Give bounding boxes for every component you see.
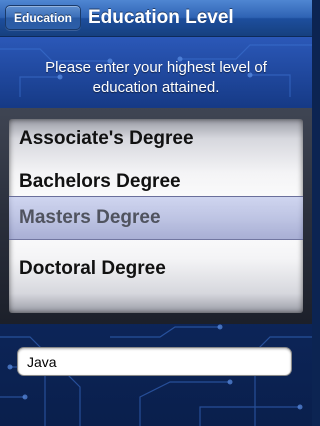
back-button[interactable]: Education xyxy=(5,5,81,30)
instructions-text: Please enter your highest level of educa… xyxy=(45,59,267,96)
picker-wheel[interactable]: Associate's Degree Bachelors Degree Mast… xyxy=(9,119,303,313)
page-title: Education Level xyxy=(88,7,234,28)
navigation-bar: Education Education Level xyxy=(0,0,312,37)
picker-option[interactable]: Doctoral Degree xyxy=(19,249,166,289)
education-picker: Associate's Degree Bachelors Degree Mast… xyxy=(0,108,312,324)
education-level-screen: Education Education Level Please enter y… xyxy=(0,0,312,426)
education-text-field[interactable] xyxy=(17,347,292,376)
picker-option-selected[interactable]: Masters Degree xyxy=(19,198,161,238)
picker-option[interactable]: Associate's Degree xyxy=(19,119,194,159)
